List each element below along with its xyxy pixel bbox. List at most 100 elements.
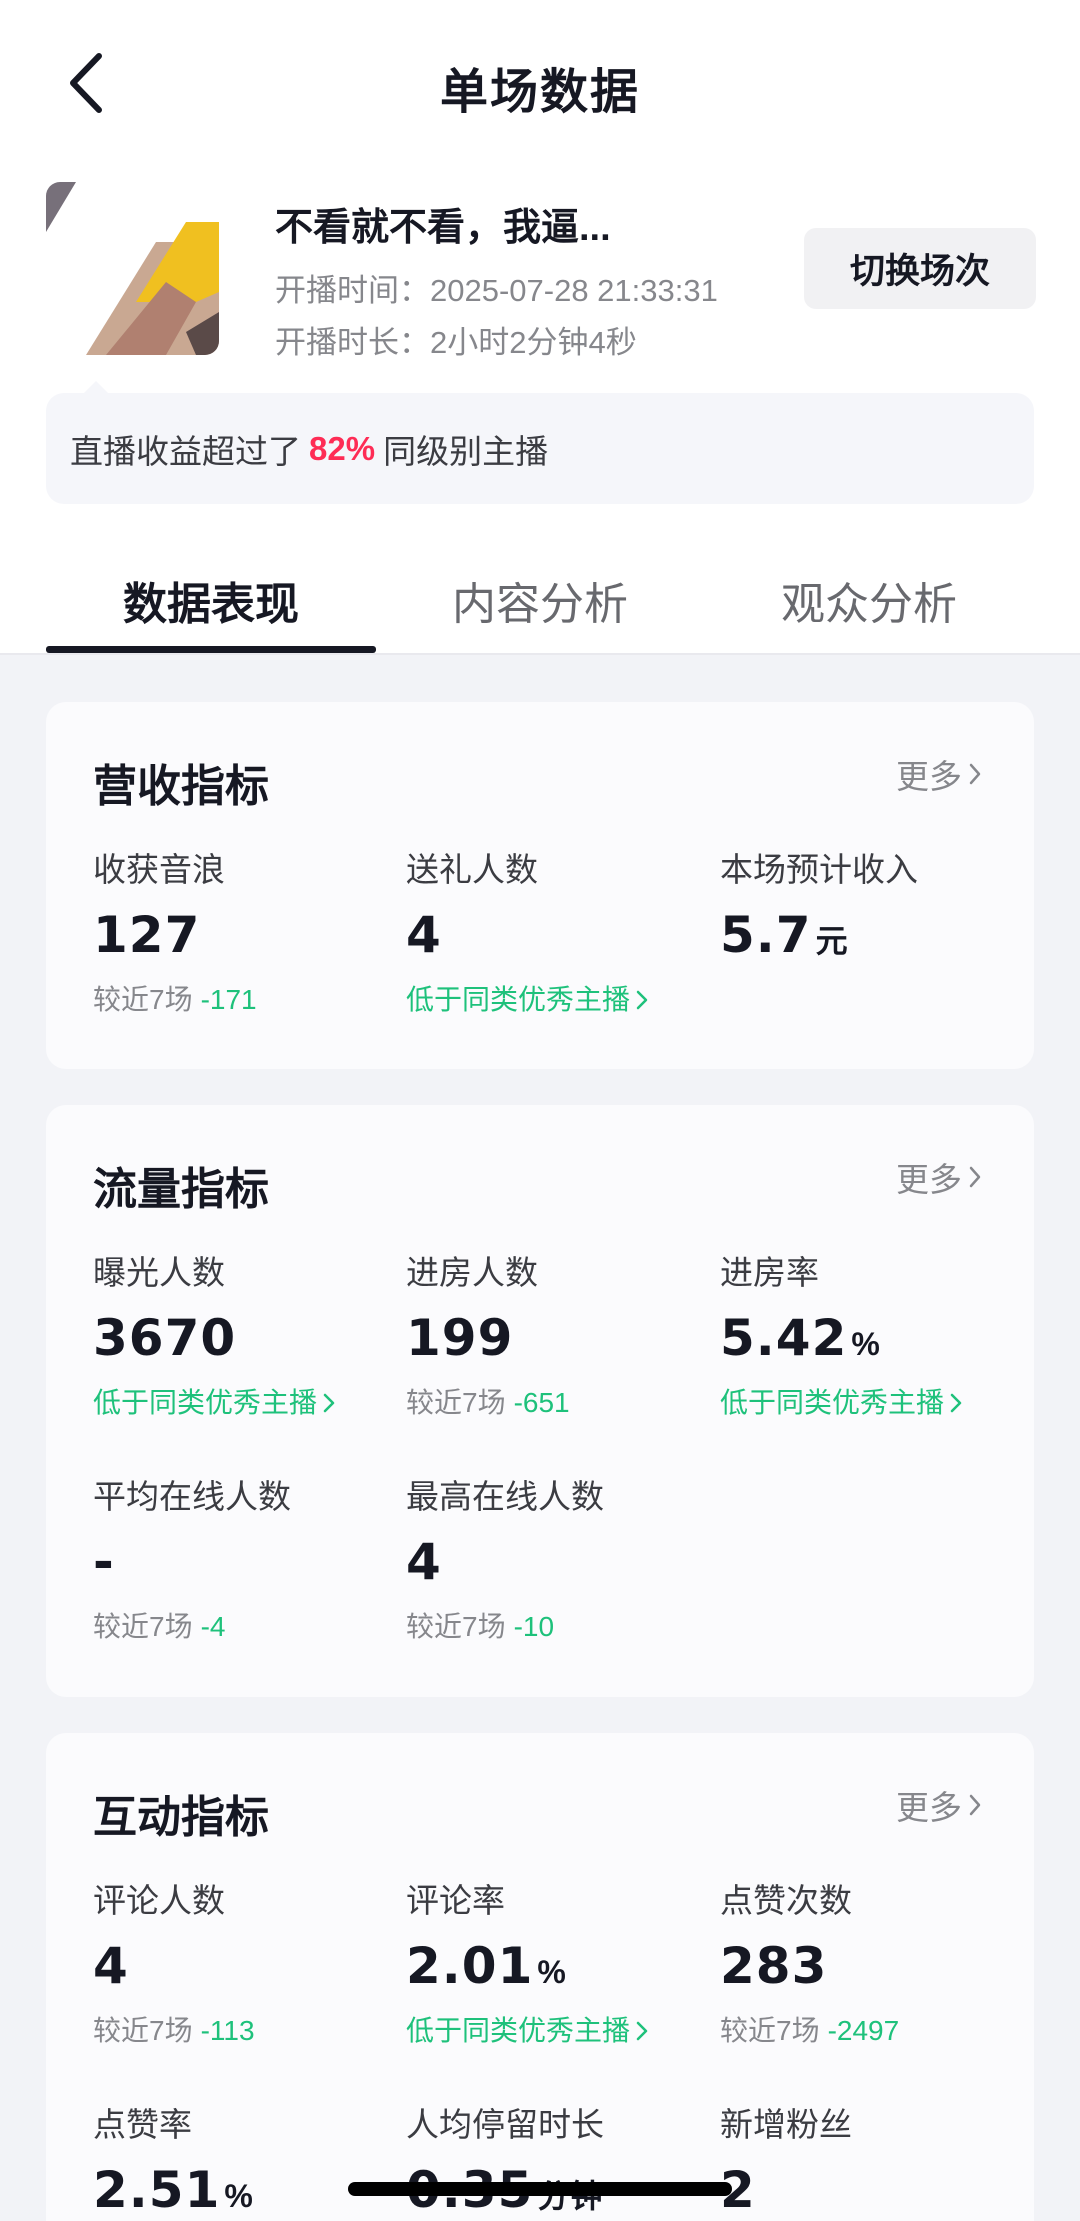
metric-peak-online: 最高在线人数 4 较近7场 -10: [406, 1475, 706, 1647]
metric-compare: 较近7场 -4: [93, 1611, 226, 1642]
tab-content-analysis[interactable]: 内容分析: [375, 568, 705, 632]
banner-suffix: 同级别主播: [383, 432, 549, 470]
card-title: 营收指标: [93, 762, 269, 811]
more-link[interactable]: 更多: [896, 1153, 982, 1201]
metric-value: -: [93, 1533, 115, 1591]
metric-comment-rate: 评论率 2.01% 低于同类优秀主播: [406, 1879, 706, 2051]
metric-value: 283: [720, 1937, 828, 1995]
metric-delta: -171: [200, 984, 257, 1015]
tab-data-performance[interactable]: 数据表现: [46, 568, 376, 632]
metric-delta: -2497: [827, 2015, 900, 2046]
metric-room-entries: 进房人数 199 较近7场 -651: [406, 1251, 706, 1423]
earnings-rank-banner: 直播收益超过了 82% 同级别主播: [46, 393, 1034, 504]
metric-compare: 较近7场 -10: [406, 1611, 555, 1642]
metric-likes: 点赞次数 283 较近7场 -2497: [720, 1879, 1020, 2051]
metric-label: 评论人数: [93, 1882, 225, 1919]
metric-label: 平均在线人数: [93, 1478, 291, 1515]
metric-commenters: 评论人数 4 较近7场 -113: [93, 1879, 393, 2051]
more-link[interactable]: 更多: [896, 1781, 982, 1829]
more-label: 更多: [896, 1789, 962, 1826]
metric-label: 新增粉丝: [720, 2106, 852, 2143]
chevron-right-icon: [636, 990, 648, 1010]
page-title: 单场数据: [439, 66, 640, 119]
chevron-right-icon: [969, 1794, 981, 1816]
session-start-time: 开播时间：2025-07-28 21:33:31: [275, 273, 718, 308]
session-title: 不看就不看，我逼...: [275, 207, 611, 249]
top-area: 单场数据 不看就不看，我逼... 开播时间：2025-07-28 21:33:3…: [0, 0, 1080, 655]
metric-value: 199: [406, 1309, 514, 1367]
benchmark-link[interactable]: 低于同类优秀主播: [93, 1383, 393, 1423]
metric-value: 127: [93, 906, 201, 964]
metric-compare: 较近7场 -2497: [720, 2015, 900, 2046]
metric-delta: -651: [513, 1387, 570, 1418]
card-title: 互动指标: [93, 1793, 269, 1842]
metric-new-followers: 新增粉丝 2: [720, 2103, 1020, 2221]
metric-unit: %: [224, 2178, 254, 2214]
metric-delta: -10: [513, 1611, 555, 1642]
metric-value: 2: [720, 2161, 756, 2219]
metric-compare: 较近7场 -171: [93, 984, 257, 1015]
interaction-metrics-card: 互动指标 更多 评论人数 4 较近7场 -113 评论率 2.01% 低于同类优秀…: [46, 1733, 1034, 2221]
active-tab-indicator: [46, 646, 376, 653]
metric-value: 4: [93, 1937, 129, 1995]
chevron-right-icon: [969, 763, 981, 785]
metric-label: 进房率: [720, 1254, 819, 1291]
metric-label: 本场预计收入: [720, 851, 918, 888]
metric-delta: -113: [200, 2015, 255, 2046]
metric-value: 3670: [93, 1309, 237, 1367]
chevron-right-icon: [636, 2021, 648, 2041]
metric-value: 4: [406, 1533, 442, 1591]
metric-avg-online: 平均在线人数 - 较近7场 -4: [93, 1475, 393, 1647]
nav-bar: 单场数据: [0, 0, 1080, 165]
metric-entry-rate: 进房率 5.42% 低于同类优秀主播: [720, 1251, 1020, 1423]
session-info: 不看就不看，我逼... 开播时间：2025-07-28 21:33:31 开播时…: [46, 182, 1036, 360]
more-link[interactable]: 更多: [896, 750, 982, 798]
card-title: 流量指标: [93, 1165, 269, 1214]
banner-pointer: [84, 381, 108, 393]
tab-audience-analysis[interactable]: 观众分析: [704, 568, 1034, 632]
benchmark-link[interactable]: 低于同类优秀主播: [720, 1383, 1020, 1423]
metric-label: 点赞率: [93, 2106, 192, 2143]
metric-gift-senders: 送礼人数 4 低于同类优秀主播: [406, 848, 706, 1020]
revenue-metrics-card: 营收指标 更多 收获音浪 127 较近7场 -171 送礼人数 4 低于同类优秀主…: [46, 702, 1034, 1069]
metric-label: 评论率: [406, 1882, 505, 1919]
metric-unit: 元: [815, 923, 849, 959]
chevron-right-icon: [323, 1393, 335, 1413]
banner-prefix: 直播收益超过了: [70, 432, 301, 470]
banner-percent: 82%: [309, 429, 376, 467]
metric-label: 点赞次数: [720, 1882, 852, 1919]
metric-delta: -4: [200, 1611, 226, 1642]
metric-label: 送礼人数: [406, 851, 538, 888]
metric-compare: 较近7场 -113: [93, 2015, 255, 2046]
tab-bar: 数据表现 内容分析 观众分析: [0, 540, 1080, 655]
chevron-right-icon: [969, 1166, 981, 1188]
session-duration: 开播时长：2小时2分钟4秒: [275, 325, 637, 360]
more-label: 更多: [896, 1161, 962, 1198]
more-label: 更多: [896, 758, 962, 795]
metric-label: 收获音浪: [93, 851, 225, 888]
metric-impressions: 曝光人数 3670 低于同类优秀主播: [93, 1251, 393, 1423]
home-indicator[interactable]: [348, 2182, 732, 2196]
switch-session-button[interactable]: 切换场次: [804, 228, 1036, 309]
metric-value: 5.42%: [720, 1309, 881, 1367]
metric-compare: 较近7场 -651: [406, 1387, 570, 1418]
metric-sound-waves: 收获音浪 127 较近7场 -171: [93, 848, 393, 1020]
metric-label: 最高在线人数: [406, 1478, 604, 1515]
metric-label: 人均停留时长: [406, 2106, 604, 2143]
benchmark-link[interactable]: 低于同类优秀主播: [406, 980, 706, 1020]
metric-label: 进房人数: [406, 1254, 538, 1291]
chevron-right-icon: [950, 1393, 962, 1413]
metric-value: 4: [406, 906, 442, 964]
tabs-divider: [0, 653, 1080, 655]
metric-unit: %: [851, 1326, 881, 1362]
metric-value: 5.7 元: [720, 906, 849, 964]
session-cover-thumbnail[interactable]: [46, 182, 219, 355]
traffic-metrics-card: 流量指标 更多 曝光人数 3670 低于同类优秀主播 进房人数 199 较近7场…: [46, 1105, 1034, 1697]
metric-label: 曝光人数: [93, 1254, 225, 1291]
metric-like-rate: 点赞率 2.51%: [93, 2103, 393, 2221]
metric-avg-stay: 人均停留时长 0.35分钟: [406, 2103, 706, 2221]
metric-unit: %: [537, 1954, 567, 1990]
metric-value: 2.01%: [406, 1937, 567, 1995]
metric-estimated-income: 本场预计收入 5.7 元: [720, 848, 1020, 966]
benchmark-link[interactable]: 低于同类优秀主播: [406, 2011, 706, 2051]
